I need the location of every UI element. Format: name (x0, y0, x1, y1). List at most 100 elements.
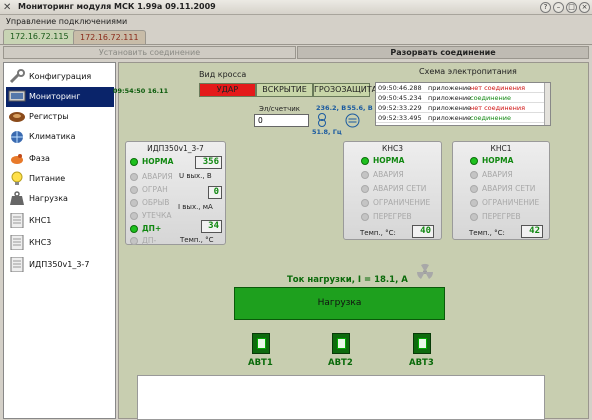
sidebar-item-power[interactable]: Питание (6, 169, 114, 189)
kns3-indicator-alarm: АВАРИЯ (361, 170, 441, 181)
load-bar: Нагрузка (234, 287, 445, 320)
indicator-label: УТЕЧКА (142, 211, 172, 220)
idp-temp-label: Темп., °С (180, 236, 214, 244)
status-led (361, 171, 369, 179)
menu-connections[interactable]: Управление подключениями (6, 17, 127, 26)
kns1-indicator-norm: НОРМА (470, 156, 550, 167)
sidebar-item-label: КНС1 (29, 216, 52, 225)
disconnect-button[interactable]: Разорвать соединение (297, 46, 589, 59)
kns1-panel: КНС1 НОРМА АВАРИЯ АВАРИЯ СЕТИ ОГРАНИЧЕНИ… (452, 141, 550, 240)
voltage-readout: 236.2, В (316, 104, 347, 112)
title-bar: ✕ Мониторинг модуля МСК 1.99а 09.11.2009… (0, 0, 592, 15)
log-row: 09:52:33.495 приложение соединение (376, 113, 544, 123)
close-button[interactable]: × (579, 2, 590, 13)
idp-current-label: I вых., мА (178, 203, 213, 211)
indicator-label: ОГРАН (142, 185, 168, 194)
idp-panel: ИДП350v1_3-7 НОРМА АВАРИЯ ОГРАН ОБРЫВ УТ… (125, 141, 226, 245)
sidebar-item-idp350[interactable]: ИДП350v1_3-7 (6, 255, 114, 275)
kns3-indicator-overheat: ПЕРЕГРЕВ (361, 212, 441, 223)
tab-host-115[interactable]: 172.16.72.115 (3, 29, 76, 44)
indicator-label: ПЕРЕГРЕВ (373, 212, 412, 221)
kns3-temp-label: Темп., °С: (360, 229, 396, 237)
sidebar-item-phase[interactable]: Фаза (6, 149, 114, 169)
wrench-icon (9, 69, 25, 84)
status-led (470, 185, 478, 193)
sidebar-item-configuration[interactable]: Конфигурация (6, 67, 114, 87)
log-status: соединение (470, 94, 511, 102)
status-led (130, 199, 138, 207)
kns1-indicator-limit: ОГРАНИЧЕНИЕ (470, 198, 550, 209)
breaker-2-label: АВТ2 (328, 358, 353, 368)
idp-title: ИДП350v1_3-7 (147, 144, 204, 153)
kns1-indicator-overheat: ПЕРЕГРЕВ (470, 212, 550, 223)
status-led (470, 199, 478, 207)
indicator-label: ОГРАНИЧЕНИЕ (373, 198, 431, 207)
tab-host-111[interactable]: 172.16.72.111 (73, 30, 146, 44)
dc-source-icon (345, 113, 360, 128)
log-time: 09:52:33.229 (378, 104, 422, 112)
indicator-label: НОРМА (142, 157, 174, 166)
lightning-protection-button[interactable]: ГРОЗОЗАЩИТА (313, 83, 377, 97)
kns3-temp-display: 40 (412, 225, 434, 238)
status-led (130, 173, 138, 181)
kns3-indicator-limit: ОГРАНИЧЕНИЕ (361, 198, 441, 209)
sidebar-item-label: Регистры (29, 112, 69, 121)
status-led (361, 213, 369, 221)
indicator-label: НОРМА (373, 156, 405, 165)
sidebar-item-climate[interactable]: Климатика (6, 127, 114, 147)
sidebar-item-label: Нагрузка (29, 194, 68, 203)
log-status: нет соединения (470, 84, 526, 92)
log-status: соединение (470, 114, 511, 122)
breaker-1-switch[interactable] (252, 333, 270, 354)
meter-field[interactable]: 0 (254, 114, 309, 127)
sidebar-item-load[interactable]: Нагрузка (6, 189, 114, 209)
log-source: приложение (428, 114, 472, 122)
help-button[interactable]: ? (540, 2, 551, 13)
tab-row: 172.16.72.115 172.16.72.111 (0, 29, 592, 44)
idp-indicator-leak: УТЕЧКА (130, 211, 190, 222)
window-title: Мониторинг модуля МСК 1.99а 09.11.2009 (18, 2, 216, 11)
opening-button[interactable]: ВСКРЫТИЕ (256, 83, 313, 97)
event-log[interactable]: 09:50:46.288 приложение нет соединения 0… (375, 82, 551, 126)
minimize-button[interactable]: – (553, 2, 564, 13)
log-scrollbar[interactable] (544, 83, 550, 125)
idp-current-display: 0 (208, 186, 222, 199)
kns1-indicator-alarm: АВАРИЯ (470, 170, 550, 181)
log-row: 09:50:45.234 приложение соединение (376, 93, 544, 103)
connect-button[interactable]: Установить соединение (3, 46, 296, 59)
sidebar-item-kns1[interactable]: КНС1 (6, 211, 114, 231)
weight-icon (10, 191, 24, 205)
log-row: 09:52:33.229 приложение нет соединения (376, 103, 544, 113)
maximize-button[interactable]: □ (566, 2, 577, 13)
registers-icon (9, 112, 25, 122)
load-current-label: Ток нагрузки, I = 18.1, А (287, 275, 408, 285)
bulb-icon (11, 171, 23, 185)
log-time: 09:52:33.495 (378, 114, 422, 122)
breaker-3-switch[interactable] (413, 333, 431, 354)
indicator-label: ОБРЫВ (142, 198, 170, 207)
sidebar-item-monitoring[interactable]: Мониторинг (6, 87, 114, 107)
content-area: Установить соединение Разорвать соединен… (0, 44, 592, 420)
status-led (361, 185, 369, 193)
breaker-2-switch[interactable] (332, 333, 350, 354)
log-source: приложение (428, 84, 472, 92)
log-time: 09:50:46.288 (378, 84, 422, 92)
sidebar-item-registers[interactable]: Регистры (6, 107, 114, 127)
document-icon (10, 257, 24, 272)
sidebar-item-kns3[interactable]: КНС3 (6, 233, 114, 253)
indicator-label: ДП+ (142, 224, 162, 233)
message-area[interactable] (137, 375, 545, 420)
breaker-knob (257, 338, 266, 349)
idp-temp-display: 34 (201, 220, 222, 233)
cross-title: Вид кросса (199, 70, 247, 79)
status-led (361, 157, 369, 165)
idp-indicator-dp-plus: ДП+ (130, 224, 190, 235)
impact-button[interactable]: УДАР (199, 83, 256, 97)
aux-voltage-readout: 55.6, В (347, 104, 373, 112)
indicator-label: АВАРИЯ СЕТИ (482, 184, 536, 193)
log-row: 09:50:46.288 приложение нет соединения (376, 83, 544, 93)
climate-icon (11, 131, 23, 143)
indicator-label: ДП- (142, 236, 157, 245)
sidebar-item-label: Конфигурация (29, 72, 92, 81)
idp-voltage-label: U вых., В (179, 172, 212, 180)
